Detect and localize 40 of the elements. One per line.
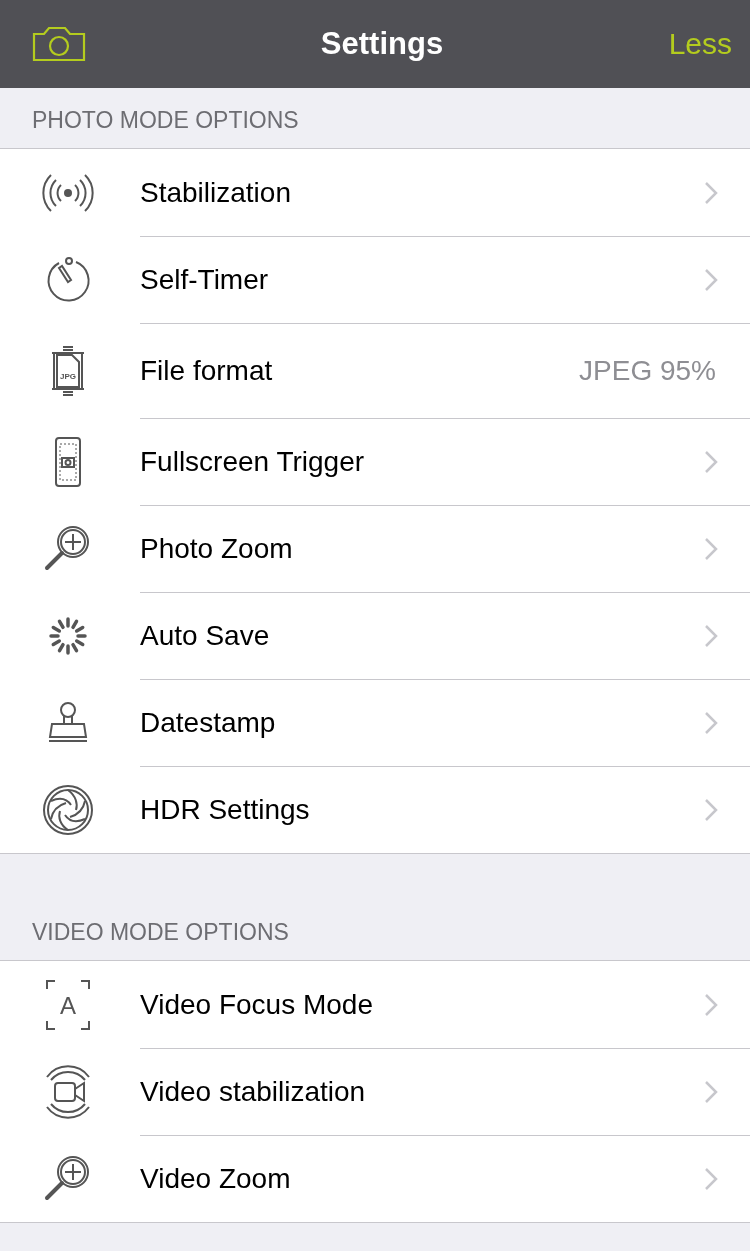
row-label[interactable]: Stabilization — [140, 176, 291, 209]
chevron-icon — [704, 268, 718, 292]
row-value: JPEG 95% — [579, 355, 717, 387]
spinner-icon — [49, 616, 87, 655]
row-label[interactable]: Video stabilization — [140, 1076, 366, 1108]
stamp-icon — [48, 701, 88, 742]
focus-letter: A — [60, 991, 76, 1019]
row-label[interactable]: Fullscreen Trigger — [140, 446, 365, 478]
file-type-text: JPG — [60, 371, 76, 381]
file-icon — [51, 345, 85, 396]
row-label[interactable]: Self-Timer — [140, 264, 269, 296]
camera-icon[interactable] — [32, 26, 86, 62]
chevron-icon — [704, 1167, 718, 1191]
chevron-icon — [704, 537, 718, 561]
chevron-icon — [704, 992, 718, 1017]
focus-frame-icon — [46, 979, 90, 1030]
aperture-icon — [43, 784, 93, 835]
row-label[interactable]: Datestamp — [140, 707, 276, 739]
timer-icon — [47, 256, 90, 302]
video-camera-icon — [46, 1064, 90, 1119]
nav-title: Settings — [320, 26, 444, 62]
row-label[interactable]: Photo Zoom — [140, 533, 293, 565]
zoom-icon — [45, 1155, 89, 1200]
chevron-icon — [704, 450, 718, 474]
signal-icon — [42, 173, 94, 212]
section-header: VIDEO MODE OPTIONS — [32, 919, 289, 946]
phone-icon — [55, 436, 81, 487]
section-header: PHOTO MODE OPTIONS — [32, 107, 299, 134]
less-button[interactable]: Less — [668, 27, 732, 61]
row-label[interactable]: Auto Save — [140, 620, 270, 652]
chevron-icon — [704, 180, 718, 205]
row-label[interactable]: Video Zoom — [140, 1163, 291, 1195]
row-label[interactable]: Video Focus Mode — [140, 988, 373, 1021]
chevron-icon — [704, 1080, 718, 1104]
row-label[interactable]: HDR Settings — [140, 794, 310, 826]
row-label[interactable]: File format — [140, 355, 273, 387]
zoom-icon — [45, 525, 89, 570]
chevron-icon — [704, 798, 718, 822]
chevron-icon — [704, 711, 718, 735]
chevron-icon — [704, 624, 718, 648]
